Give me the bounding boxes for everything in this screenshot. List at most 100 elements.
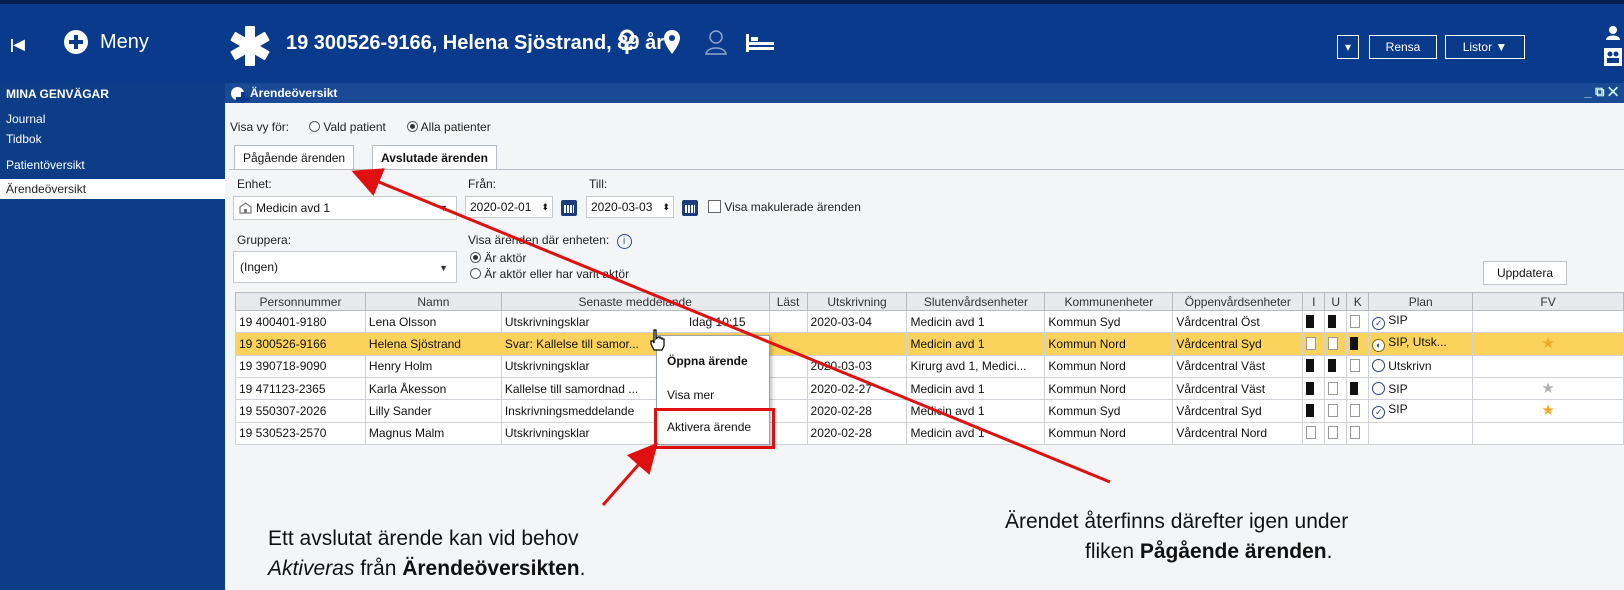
radio-ar-aktor-eller-har-varit[interactable]: Är aktör eller har varit aktör bbox=[470, 267, 629, 281]
star-icon[interactable]: ★ bbox=[1541, 335, 1554, 352]
calendar-icon[interactable] bbox=[682, 200, 698, 216]
calendar-icon[interactable] bbox=[561, 200, 577, 216]
radio-ar-aktor[interactable]: Är aktör bbox=[470, 251, 526, 265]
window-controls-icon[interactable]: _ ⧉ ✕ bbox=[1584, 84, 1618, 100]
bed-icon[interactable] bbox=[744, 28, 776, 58]
plan-text: SIP bbox=[1388, 402, 1408, 417]
spinner-icon[interactable]: ⬍ bbox=[662, 202, 670, 213]
user-group-icon[interactable] bbox=[1602, 24, 1624, 70]
person-outline-icon[interactable] bbox=[704, 28, 728, 58]
info-icon[interactable]: i bbox=[616, 234, 632, 249]
column-header[interactable]: K bbox=[1346, 292, 1370, 311]
cell-fv: ★ bbox=[1472, 332, 1624, 356]
spinner-icon[interactable]: ⬍ bbox=[541, 202, 549, 213]
table-row-selected[interactable]: 19 300526-9166 Helena Sjöstrand Svar: Ka… bbox=[235, 332, 1624, 356]
cell-i bbox=[1302, 399, 1326, 423]
till-date-input[interactable]: 2020-03-03 ⬍ bbox=[586, 196, 674, 218]
cell-u bbox=[1324, 399, 1348, 423]
cell-u bbox=[1324, 421, 1348, 446]
filled-marker-icon bbox=[1306, 381, 1315, 395]
cell-plan: SIP bbox=[1368, 376, 1474, 401]
table-row[interactable]: 19 471123-2365 Karla Åkesson Kallelse ti… bbox=[235, 376, 1624, 401]
meddelande-time: Idag 10:15 bbox=[688, 314, 746, 329]
cell-oppen: Vårdcentral Väst bbox=[1172, 376, 1304, 401]
table-row[interactable]: 19 390718-9090 Henry Holm Utskrivningskl… bbox=[235, 354, 1624, 378]
cell-kommun: Kommun Nord bbox=[1044, 354, 1174, 378]
column-header[interactable]: Kommunenheter bbox=[1044, 292, 1174, 311]
annotation-end: . bbox=[579, 557, 586, 580]
cell-last bbox=[768, 376, 808, 401]
column-header[interactable]: Öppenvårdsenheter bbox=[1172, 292, 1304, 311]
radio-alla-patienter[interactable]: Alla patienter bbox=[407, 120, 491, 134]
cell-k bbox=[1346, 332, 1370, 356]
makulerade-checkbox[interactable]: Visa makulerade ärenden bbox=[708, 200, 861, 214]
column-header[interactable]: Senaste meddelande bbox=[500, 292, 770, 311]
plan-text: Utskrivn bbox=[1388, 359, 1432, 374]
empty-marker-icon bbox=[1306, 336, 1317, 350]
filled-marker-icon bbox=[1328, 314, 1337, 328]
gruppera-select[interactable]: (Ingen) ▼ bbox=[233, 251, 457, 283]
column-header[interactable]: Slutenvårdsenheter bbox=[906, 292, 1046, 311]
tab-pagaende[interactable]: Pågående ärenden bbox=[234, 145, 355, 169]
cell-k bbox=[1346, 421, 1370, 446]
menu-item-oppna-arende[interactable]: Öppna ärende bbox=[667, 354, 748, 368]
cell-kommun: Kommun Nord bbox=[1044, 421, 1174, 446]
cell-pnr: 19 400401-9180 bbox=[235, 309, 366, 334]
star-of-life-icon bbox=[230, 26, 270, 66]
highlight-box bbox=[654, 408, 775, 449]
table-header-row: Personnummer Namn Senaste meddelande Läs… bbox=[235, 292, 1624, 311]
cell-utskrivning bbox=[806, 332, 908, 356]
annotation-pre-text: fliken bbox=[1085, 540, 1140, 563]
column-header[interactable]: Läst bbox=[768, 292, 808, 311]
table-row[interactable]: 19 400401-9180 Lena Olsson Utskrivningsk… bbox=[235, 309, 1624, 334]
column-header[interactable]: Plan bbox=[1368, 292, 1474, 311]
cell-utskrivning: 2020-02-28 bbox=[806, 399, 908, 423]
column-header[interactable]: Namn bbox=[364, 292, 502, 311]
location-pin-icon[interactable] bbox=[662, 28, 682, 58]
annotation-bold-word: Pågående ärenden bbox=[1139, 540, 1327, 563]
fran-date-input[interactable]: 2020-02-01 ⬍ bbox=[465, 196, 553, 218]
gruppera-label: Gruppera: bbox=[237, 233, 292, 247]
column-header[interactable]: Utskrivning bbox=[806, 292, 908, 311]
cell-i bbox=[1302, 332, 1326, 356]
meddelande-text: Svar: Kallelse till samor... bbox=[504, 336, 639, 351]
uppdatera-button[interactable]: Uppdatera bbox=[1483, 261, 1567, 285]
cell-k bbox=[1346, 309, 1370, 334]
female-symbol-icon[interactable] bbox=[617, 28, 637, 58]
sidebar-item-patientoversikt[interactable]: Patientöversikt bbox=[0, 155, 225, 175]
cell-oppen: Vårdcentral Syd bbox=[1172, 332, 1304, 356]
rensa-button[interactable]: Rensa bbox=[1369, 35, 1437, 59]
column-header[interactable]: I bbox=[1302, 292, 1326, 311]
column-header[interactable]: U bbox=[1324, 292, 1348, 311]
tab-avslutade[interactable]: Avslutade ärenden bbox=[372, 145, 497, 169]
sidebar-item-journal[interactable]: Journal bbox=[0, 109, 225, 129]
menu-item-visa-mer[interactable]: Visa mer bbox=[667, 388, 714, 402]
radio-selected-icon bbox=[470, 252, 481, 263]
cell-k bbox=[1346, 354, 1370, 378]
annotation-left-line1: Ett avslutat ärende kan vid behov bbox=[268, 527, 579, 550]
meddelande-text: Utskrivningsklar bbox=[504, 359, 590, 374]
listor-button[interactable]: Listor ▼ bbox=[1445, 35, 1525, 59]
arendeoversikt-panel: Ärendeöversikt _ ⧉ ✕ Visa vy för: Vald p… bbox=[225, 83, 1624, 590]
cell-oppen: Vårdcentral Väst bbox=[1172, 354, 1304, 378]
table-row[interactable]: 19 550307-2026 Lilly Sander Inskrivnings… bbox=[235, 399, 1624, 423]
collapse-sidebar-icon[interactable]: |◀ bbox=[10, 36, 25, 53]
plan-text: SIP, Utsk... bbox=[1388, 335, 1447, 350]
table-row[interactable]: 19 530523-2570 Magnus Malm Utskrivningsk… bbox=[235, 421, 1624, 446]
sidebar-item-arendeoversikt[interactable]: Ärendeöversikt bbox=[0, 179, 225, 199]
menu-button[interactable]: Meny bbox=[64, 30, 149, 54]
cell-u bbox=[1324, 354, 1348, 378]
visa-arenden-label: Visa ärenden där enheten: i bbox=[468, 233, 632, 249]
column-header[interactable]: Personnummer bbox=[235, 292, 366, 311]
enhet-select[interactable]: Medicin avd 1 ▼ bbox=[233, 196, 457, 220]
star-icon[interactable]: ★ bbox=[1541, 380, 1554, 397]
column-header[interactable]: FV bbox=[1472, 292, 1624, 311]
radio-icon bbox=[470, 268, 481, 279]
sidebar-item-tidbok[interactable]: Tidbok bbox=[0, 129, 225, 149]
star-icon[interactable]: ★ bbox=[1541, 402, 1554, 419]
radio-vald-patient[interactable]: Vald patient bbox=[309, 120, 386, 134]
patient-title: 19 300526-9166, Helena Sjöstrand, 89 år bbox=[286, 32, 665, 54]
hand-cursor-icon bbox=[650, 329, 665, 351]
filter-dropdown-button[interactable]: ▾ bbox=[1337, 35, 1359, 59]
cell-kommun: Kommun Syd bbox=[1044, 309, 1174, 334]
